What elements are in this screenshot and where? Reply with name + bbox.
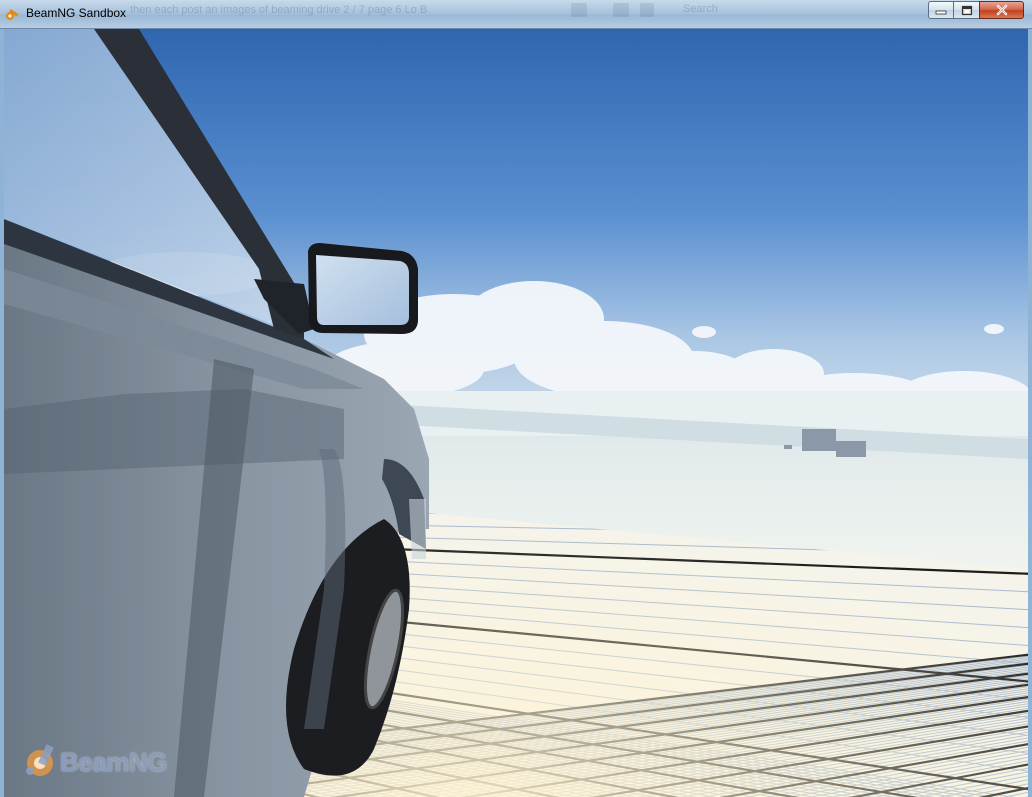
- window-title: BeamNG Sandbox: [26, 6, 127, 20]
- close-icon: [996, 4, 1007, 16]
- game-viewport[interactable]: BeamNG: [4, 29, 1028, 797]
- beamng-logo-icon: [26, 744, 54, 776]
- scene-render: [4, 29, 1028, 797]
- beamng-logo: BeamNG: [22, 741, 167, 783]
- ghost-search-label: Search: [683, 3, 718, 15]
- beamng-logo-text: BeamNG: [60, 747, 167, 777]
- minimize-icon: [935, 10, 947, 15]
- minimize-button[interactable]: [928, 1, 954, 19]
- ghost-toolbar-icon: [571, 3, 587, 17]
- title-bar[interactable]: BeamNG Sandbox then each post an images …: [0, 0, 1032, 29]
- ghost-toolbar-icon: [613, 3, 629, 17]
- ghost-toolbar-icon: [640, 3, 654, 17]
- beamng-app-icon: [6, 9, 19, 20]
- close-button[interactable]: [979, 1, 1024, 19]
- game-window: BeamNG Sandbox then each post an images …: [0, 0, 1032, 797]
- background-window-ghost-text: then each post an images of beaming driv…: [130, 4, 428, 16]
- maximize-icon: [961, 5, 972, 15]
- maximize-button[interactable]: [953, 1, 980, 19]
